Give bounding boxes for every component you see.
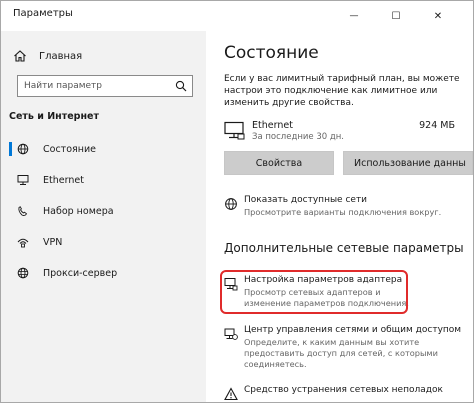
page-title: Состояние [224, 43, 319, 63]
sidebar-item-label: Состояние [43, 143, 96, 155]
window-title: Параметры [13, 8, 73, 19]
ethernet-icon [224, 121, 245, 140]
highlight-frame [220, 270, 408, 314]
troubleshooter-link[interactable]: Средство устранения сетевых неполадок [224, 385, 469, 401]
show-networks-subtitle: Просмотрите варианты подключения вокруг. [244, 207, 442, 217]
ethernet-monitor-icon [17, 175, 29, 185]
sidebar-item-ethernet[interactable]: Ethernet [9, 168, 199, 192]
search-box[interactable] [17, 75, 193, 97]
troubleshooter-title: Средство устранения сетевых неполадок [244, 385, 443, 395]
status-globe-icon [17, 143, 29, 155]
minimize-button[interactable]: — [337, 3, 371, 29]
sidebar-item-label: VPN [43, 236, 63, 248]
proxy-globe-icon [17, 267, 29, 279]
properties-button[interactable]: Свойства [224, 151, 334, 175]
sidebar-item-label: Прокси-сервер [43, 267, 118, 279]
show-networks-link[interactable]: Показать доступные сети Просмотрите вари… [224, 195, 469, 221]
metered-notice: Если у вас лимитный тарифный план, вы мо… [224, 74, 460, 108]
settings-window: Параметры — ☐ ✕ Главная Сеть и Интернет [0, 0, 474, 403]
maximize-button[interactable]: ☐ [379, 3, 413, 29]
network-center-title: Центр управления сетями и общим доступом [244, 325, 462, 335]
home-icon [14, 50, 26, 62]
search-icon[interactable] [175, 80, 187, 92]
sidebar: Главная Сеть и Интернет Состояние [1, 31, 206, 402]
network-center-icon [224, 328, 238, 340]
network-list-icon [225, 198, 237, 210]
dialup-phone-icon [18, 206, 28, 216]
search-input[interactable] [24, 79, 164, 93]
sidebar-item-label: Ethernet [43, 174, 84, 186]
advanced-section-title: Дополнительные сетевые параметры [224, 241, 464, 255]
sidebar-item-vpn[interactable]: VPN [9, 230, 199, 254]
connection-period: За последние 30 дн. [252, 132, 344, 142]
sidebar-item-status[interactable]: Состояние [9, 137, 199, 161]
close-button[interactable]: ✕ [421, 3, 455, 29]
data-usage-button[interactable]: Использование данны [343, 151, 473, 175]
show-networks-title: Показать доступные сети [244, 195, 368, 205]
home-label: Главная [39, 50, 83, 62]
connection-name: Ethernet [252, 120, 293, 131]
vpn-icon [17, 238, 29, 248]
sidebar-section-title: Сеть и Интернет [9, 111, 99, 122]
network-center-subtitle: Определите, к каким данным вы хотите пре… [244, 337, 438, 369]
data-used: 924 МБ [419, 120, 455, 131]
warning-triangle-icon [224, 387, 238, 401]
main-content: Состояние Если у вас лимитный тарифный п… [206, 31, 473, 402]
title-bar: Параметры — ☐ ✕ [1, 1, 473, 31]
sidebar-item-proxy[interactable]: Прокси-сервер [9, 261, 199, 285]
sidebar-item-label: Набор номера [43, 205, 114, 217]
sidebar-item-dialup[interactable]: Набор номера [9, 199, 199, 223]
home-link[interactable]: Главная [13, 49, 82, 63]
network-center-link[interactable]: Центр управления сетями и общим доступом… [224, 325, 469, 369]
